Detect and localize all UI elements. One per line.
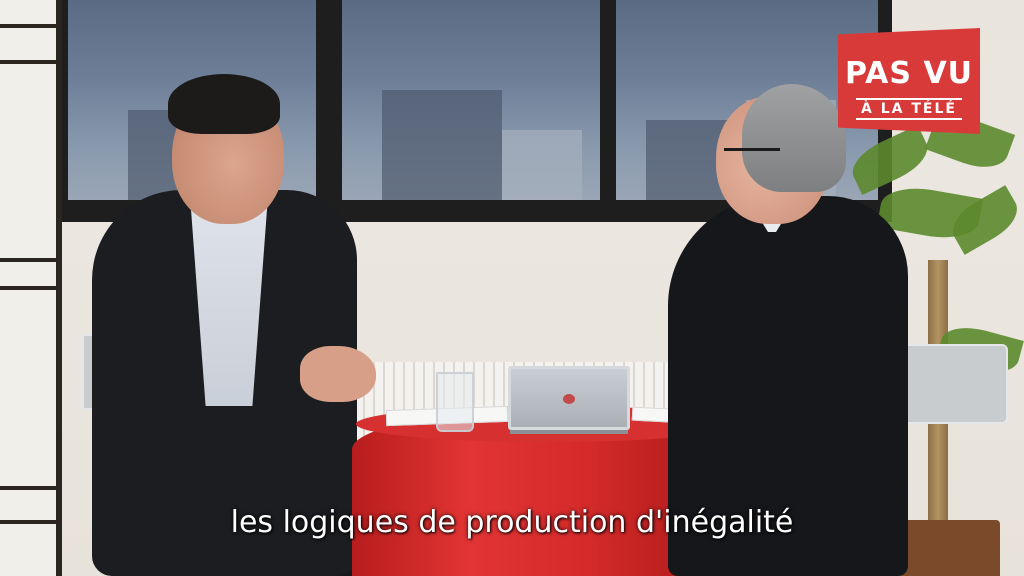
video-frame: PAS VU À LA TÉLÉ les logiques de product… (0, 0, 1024, 576)
shoji-bar (0, 60, 56, 64)
shoji-bar (0, 24, 56, 28)
tablet-logo-icon (563, 394, 575, 404)
shoji-bar (0, 258, 56, 262)
person-right-hair (742, 84, 846, 192)
person-left-hair (168, 74, 280, 134)
window-pane (342, 0, 600, 200)
chair-right (902, 344, 1008, 424)
shoji-bar (0, 486, 56, 490)
video-subtitle: les logiques de production d'inégalité (230, 505, 794, 540)
channel-logo: PAS VU À LA TÉLÉ (838, 28, 980, 134)
shoji-bar (0, 286, 56, 290)
shoji-screen (0, 0, 62, 576)
water-glass (436, 372, 474, 432)
glasses-icon (724, 148, 780, 165)
person-left-hands (300, 346, 376, 402)
logo-subtitle: À LA TÉLÉ (856, 98, 962, 120)
logo-title: PAS VU (844, 56, 974, 91)
